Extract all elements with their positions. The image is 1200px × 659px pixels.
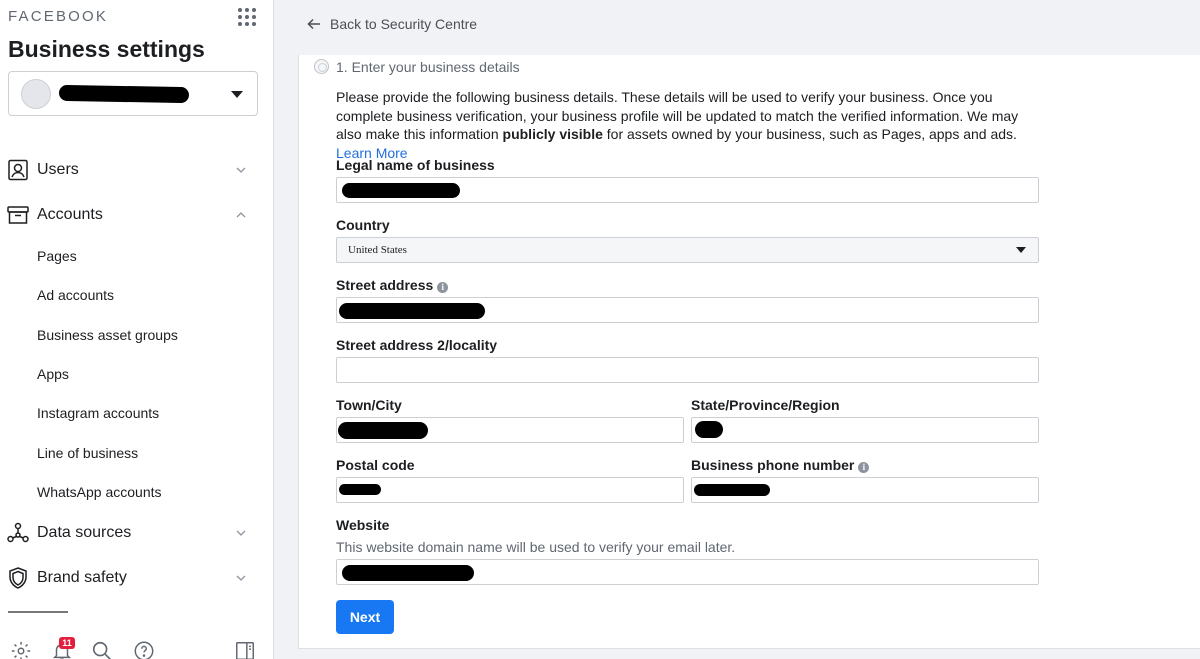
nav-item-accounts[interactable]: Accounts (0, 195, 273, 235)
street-address-2-label: Street address 2/locality (336, 337, 498, 353)
website-hint: This website domain name will be used to… (336, 539, 736, 555)
website-field[interactable] (336, 559, 1039, 585)
redacted-value (339, 303, 485, 319)
intro-text: Please provide the following business de… (336, 88, 1026, 163)
business-phone-label: Business phone number i (691, 457, 870, 473)
chevron-up-icon (236, 212, 246, 218)
state-province-region-label: State/Province/Region (691, 397, 840, 413)
redacted-account-name (58, 84, 190, 104)
sidebar-item-instagram-accounts[interactable]: Instagram accounts (37, 405, 159, 421)
settings-icon[interactable] (10, 640, 32, 659)
info-icon[interactable]: i (858, 462, 870, 473)
info-icon[interactable]: i (437, 282, 449, 293)
nav-label-brand-safety: Brand safety (37, 569, 127, 586)
users-icon (8, 159, 28, 181)
street-address-label: Street address i (336, 277, 449, 293)
business-phone-label-text: Business phone number (691, 457, 855, 473)
chevron-down-icon (236, 530, 246, 536)
intro-part2: for assets owned by your business, such … (602, 126, 1017, 143)
website-label: Website (336, 517, 390, 533)
help-icon[interactable] (133, 640, 155, 659)
next-button[interactable]: Next (336, 600, 394, 634)
caret-down-icon (1016, 247, 1026, 253)
street-address-label-text: Street address (336, 277, 434, 293)
business-phone-field[interactable] (691, 477, 1039, 503)
sidebar-item-apps[interactable]: Apps (37, 366, 69, 382)
postal-code-label: Postal code (336, 457, 415, 473)
redacted-value (342, 565, 474, 581)
nav-item-data-sources[interactable]: Data sources (0, 513, 273, 553)
street-address-2-field[interactable] (336, 357, 1039, 383)
back-arrow-icon (307, 18, 320, 30)
search-icon[interactable] (91, 640, 113, 659)
nav-label-accounts: Accounts (37, 206, 103, 223)
intro-bold: publicly visible (502, 126, 603, 143)
town-city-label: Town/City (336, 397, 402, 413)
step-radio (314, 59, 329, 74)
facebook-logo: FACEBOOK (8, 8, 109, 25)
apps-grid-icon[interactable] (238, 8, 256, 26)
chevron-down-icon (236, 167, 246, 173)
back-label: Back to Security Centre (330, 16, 478, 32)
brand-safety-icon (9, 567, 27, 589)
business-account-selector[interactable] (8, 71, 258, 116)
redacted-value (339, 484, 381, 495)
postal-code-field[interactable] (336, 477, 684, 503)
redacted-value (338, 422, 428, 439)
sidebar: FACEBOOK Business settings Users Account… (0, 0, 274, 659)
step-title: 1. Enter your business details (336, 59, 520, 75)
legal-name-label: Legal name of business (336, 157, 495, 173)
sidebar-item-line-of-business[interactable]: Line of business (37, 445, 138, 461)
country-label: Country (336, 217, 390, 233)
sidebar-item-business-asset-groups[interactable]: Business asset groups (37, 327, 178, 343)
country-select[interactable]: United States (336, 237, 1039, 263)
country-value: United States (348, 244, 407, 256)
nav-item-brand-safety[interactable]: Brand safety (0, 558, 273, 598)
legal-name-field[interactable] (336, 177, 1039, 203)
state-province-region-field[interactable] (691, 417, 1039, 443)
notification-badge: 11 (59, 637, 75, 649)
nav-item-users[interactable]: Users (0, 150, 273, 190)
accounts-icon (7, 206, 29, 224)
street-address-field[interactable] (336, 297, 1039, 323)
caret-down-icon (231, 91, 243, 98)
page-title: Business settings (8, 36, 205, 62)
sidebar-item-pages[interactable]: Pages (37, 248, 77, 264)
avatar (21, 79, 51, 109)
nav-item-cut-off (8, 611, 68, 617)
redacted-value (342, 183, 460, 198)
sidebar-item-whatsapp-accounts[interactable]: WhatsApp accounts (37, 484, 162, 500)
town-city-field[interactable] (336, 417, 684, 443)
data-sources-icon (7, 522, 29, 543)
panel-icon[interactable] (234, 640, 256, 659)
nav-label-data-sources: Data sources (37, 524, 132, 541)
nav-label-users: Users (37, 161, 79, 178)
sidebar-item-ad-accounts[interactable]: Ad accounts (37, 287, 114, 303)
redacted-value (694, 484, 770, 496)
redacted-value (695, 421, 723, 438)
chevron-down-icon (236, 575, 246, 581)
